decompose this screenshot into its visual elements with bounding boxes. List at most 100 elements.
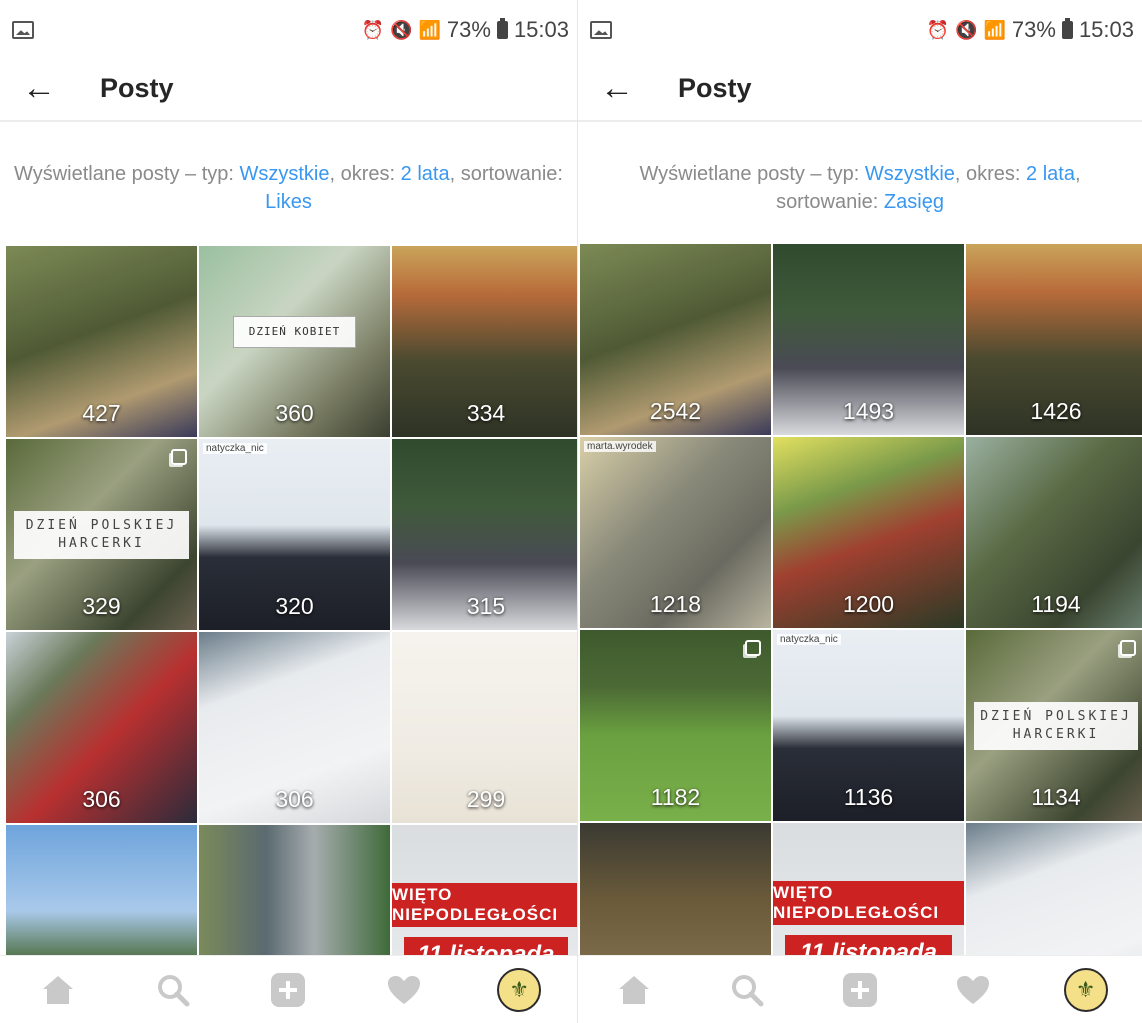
post-metric-count: 334 xyxy=(466,400,506,426)
post-thumbnail[interactable]: 1194 xyxy=(966,437,1142,628)
home-icon[interactable] xyxy=(35,967,81,1013)
add-post-icon[interactable] xyxy=(837,967,883,1013)
filter-description: Wyświetlane posty – typ: Wszystkie, okre… xyxy=(588,160,1132,216)
post-metric-count: 1218 xyxy=(649,591,702,617)
post-metric-count: 306 xyxy=(82,786,121,812)
posts-grid: 2542 1493 1426 marta.wyrodek 1218 1200 1194 118… xyxy=(580,244,1142,1014)
post-thumbnail[interactable]: 1182 xyxy=(580,630,771,821)
post-thumbnail[interactable]: 315 xyxy=(392,439,577,630)
post-metric-count: 427 xyxy=(82,400,121,426)
image-notification-icon xyxy=(590,21,612,39)
post-thumbnail[interactable]: DZIEŃ POLSKIEJ HARCERKI 329 xyxy=(6,439,197,630)
battery-icon xyxy=(1061,18,1073,39)
app-bar: ← Posty xyxy=(578,56,1142,122)
mute-icon: 🔇 xyxy=(955,19,978,40)
scout-lily-icon: ⚜ xyxy=(497,968,542,1012)
post-user-tag: natyczka_nic xyxy=(777,634,841,645)
post-metric-count: 360 xyxy=(275,400,314,426)
post-image-caption: DZIEŃ KOBIET xyxy=(233,315,356,348)
post-thumbnail[interactable]: 427 xyxy=(6,246,197,437)
post-image-caption: DZIEŃ POLSKIEJ HARCERKI xyxy=(974,701,1138,750)
post-metric-count: 320 xyxy=(275,593,314,619)
posts-grid: 427 DZIEŃ KOBIET 360 334 DZIEŃ POLSKIEJ HARC… xyxy=(6,246,577,1016)
post-thumbnail[interactable]: 1200 xyxy=(773,437,964,628)
wifi-icon: 📶 xyxy=(983,19,1006,40)
post-thumbnail[interactable]: natyczka_nic 320 xyxy=(199,439,390,630)
post-image-banner: WIĘTO NIEPODLEGŁOŚCI xyxy=(392,883,577,927)
heart-icon[interactable] xyxy=(381,967,427,1013)
post-metric-count: 1134 xyxy=(1031,784,1081,810)
search-icon[interactable] xyxy=(724,967,770,1013)
post-thumbnail[interactable]: 299 xyxy=(392,632,577,823)
back-arrow-icon[interactable]: ← xyxy=(600,71,640,105)
post-image-banner: WIĘTO NIEPODLEGŁOŚCI xyxy=(773,881,964,925)
heart-icon[interactable] xyxy=(950,967,996,1013)
status-bar: ⏰ 🔇 📶 73% 15:03 xyxy=(578,10,1142,50)
alarm-icon: ⏰ xyxy=(926,19,950,40)
post-thumbnail[interactable]: DZIEŃ KOBIET 360 xyxy=(199,246,390,437)
status-bar: ⏰ 🔇 📶 73% 15:03 xyxy=(0,10,577,50)
alarm-icon: ⏰ xyxy=(361,19,385,40)
battery-percent: 73% xyxy=(1011,17,1056,42)
page-title: Posty xyxy=(100,72,174,103)
mute-icon: 🔇 xyxy=(390,19,413,40)
post-thumbnail[interactable]: 306 xyxy=(6,632,197,823)
post-metric-count: 1200 xyxy=(842,591,895,617)
post-metric-count: 1493 xyxy=(842,398,895,424)
bottom-navigation: ⚜ xyxy=(578,955,1142,1023)
home-icon[interactable] xyxy=(611,967,657,1013)
filter-period-label: , okres: xyxy=(329,163,401,185)
post-thumbnail[interactable]: 1426 xyxy=(966,244,1142,435)
phone-screen-right: ⏰ 🔇 📶 73% 15:03 ← Posty Wyświetlane post… xyxy=(578,0,1142,1023)
battery-icon xyxy=(496,18,508,39)
battery-percent: 73% xyxy=(446,17,491,42)
post-user-tag: natyczka_nic xyxy=(203,443,267,454)
post-metric-count: 299 xyxy=(466,786,506,812)
filter-type-link[interactable]: Wszystkie xyxy=(240,163,330,185)
bottom-navigation: ⚜ xyxy=(0,955,577,1023)
post-metric-count: 1194 xyxy=(1031,591,1081,617)
add-post-icon[interactable] xyxy=(265,967,311,1013)
profile-avatar[interactable]: ⚜ xyxy=(1063,967,1109,1013)
filter-description: Wyświetlane posty – typ: Wszystkie, okre… xyxy=(10,160,567,216)
post-thumbnail[interactable]: DZIEŃ POLSKIEJ HARCERKI 1134 xyxy=(966,630,1142,821)
scout-lily-icon: ⚜ xyxy=(1063,968,1108,1012)
filter-sort-link[interactable]: Zasięg xyxy=(884,191,944,213)
clock: 15:03 xyxy=(513,17,569,42)
filter-sort-label: , sortowanie: xyxy=(449,163,563,185)
app-bar: ← Posty xyxy=(0,56,577,122)
carousel-icon xyxy=(171,449,187,465)
back-arrow-icon[interactable]: ← xyxy=(22,71,62,105)
carousel-icon xyxy=(745,640,761,656)
filter-period-link[interactable]: 2 lata xyxy=(401,163,450,185)
post-metric-count: 1182 xyxy=(650,784,701,810)
filter-prefix: Wyświetlane posty – typ: xyxy=(14,163,240,185)
clock: 15:03 xyxy=(1078,17,1134,42)
post-metric-count: 1136 xyxy=(843,784,894,810)
image-notification-icon xyxy=(12,21,34,39)
post-user-tag: marta.wyrodek xyxy=(584,441,656,452)
post-thumbnail[interactable]: marta.wyrodek 1218 xyxy=(580,437,771,628)
carousel-icon xyxy=(1120,640,1136,656)
post-metric-count: 306 xyxy=(275,786,314,812)
post-thumbnail[interactable]: 306 xyxy=(199,632,390,823)
post-thumbnail[interactable]: 2542 xyxy=(580,244,771,435)
post-metric-count: 2542 xyxy=(649,398,702,424)
filter-period-link[interactable]: 2 lata xyxy=(1026,163,1075,185)
post-thumbnail[interactable]: 1493 xyxy=(773,244,964,435)
post-metric-count: 1426 xyxy=(1030,398,1082,424)
filter-period-label: , okres: xyxy=(954,163,1027,185)
post-metric-count: 315 xyxy=(466,593,506,619)
wifi-icon: 📶 xyxy=(418,19,441,40)
filter-type-link[interactable]: Wszystkie xyxy=(865,163,955,185)
phone-screen-left: ⏰ 🔇 📶 73% 15:03 ← Posty Wyświetlane post… xyxy=(0,0,577,1023)
filter-prefix: Wyświetlane posty – typ: xyxy=(639,163,865,185)
post-thumbnail[interactable]: natyczka_nic 1136 xyxy=(773,630,964,821)
search-icon[interactable] xyxy=(150,967,196,1013)
page-title: Posty xyxy=(678,72,752,103)
post-image-caption: DZIEŃ POLSKIEJ HARCERKI xyxy=(14,510,189,559)
post-thumbnail[interactable]: 334 xyxy=(392,246,577,437)
filter-sort-link[interactable]: Likes xyxy=(265,191,312,213)
profile-avatar[interactable]: ⚜ xyxy=(496,967,542,1013)
post-metric-count: 329 xyxy=(82,593,121,619)
